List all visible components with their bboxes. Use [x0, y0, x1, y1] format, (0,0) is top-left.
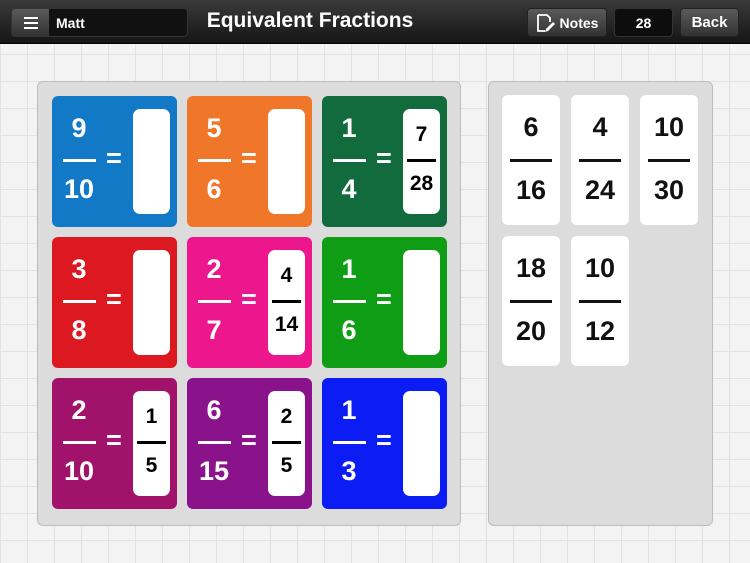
problem-denominator: 8 [71, 315, 87, 345]
problem-denominator: 15 [198, 456, 230, 486]
equals-sign: = [106, 425, 122, 455]
problem-denominator: 4 [341, 174, 357, 204]
problem-numerator: 1 [341, 254, 357, 284]
fraction-problem-card: 5 6 = [187, 96, 312, 227]
notes-label: Notes [559, 14, 599, 31]
tile-numerator: 10 [584, 253, 616, 283]
answer-denominator: 5 [145, 454, 158, 477]
problem-numerator: 3 [71, 254, 87, 284]
fraction-bar [198, 441, 231, 444]
fraction-problem-card: 9 10 = [52, 96, 177, 227]
problem-numerator: 2 [206, 254, 222, 284]
fraction-bar [198, 300, 231, 303]
fraction-bar [510, 159, 552, 162]
problem-denominator: 3 [341, 456, 357, 486]
answer-drop-slot[interactable] [403, 250, 440, 355]
fraction-bar [333, 300, 366, 303]
fraction-bar [272, 300, 301, 303]
problem-denominator: 6 [341, 315, 357, 345]
answer-drop-slot[interactable]: 1 5 [133, 391, 170, 496]
equals-sign: = [241, 143, 257, 173]
tile-denominator: 12 [584, 316, 616, 346]
equals-sign: = [376, 425, 392, 455]
answer-numerator: 7 [415, 123, 428, 146]
fraction-problem-card: 1 4 = 7 28 [322, 96, 447, 227]
problem-numerator: 2 [71, 395, 87, 425]
fraction-answer-tile[interactable]: 10 30 [640, 95, 698, 225]
top-bar: Matt Equivalent Fractions Notes 28 Back [0, 0, 750, 44]
answer-numerator: 2 [280, 405, 293, 428]
fraction-bar [333, 441, 366, 444]
problems-panel: 9 10 = 5 6 = 1 4 = 7 28 3 8 = 2 7 = 4 14… [37, 81, 461, 526]
fraction-bar [648, 159, 690, 162]
tile-numerator: 18 [515, 253, 547, 283]
problem-numerator: 1 [341, 113, 357, 143]
fraction-answer-tile[interactable]: 18 20 [502, 236, 560, 366]
fraction-bar [137, 441, 166, 444]
notes-edit-icon [536, 13, 555, 32]
problem-denominator: 6 [206, 174, 222, 204]
answer-numerator: 1 [145, 405, 158, 428]
answer-drop-slot[interactable] [268, 109, 305, 214]
fraction-bar [63, 159, 96, 162]
answer-drop-slot[interactable]: 4 14 [268, 250, 305, 355]
fraction-bar [272, 441, 301, 444]
equals-sign: = [241, 425, 257, 455]
equals-sign: = [376, 284, 392, 314]
answer-numerator: 4 [280, 264, 293, 287]
fraction-bar [63, 441, 96, 444]
tile-numerator: 10 [653, 112, 685, 142]
tile-numerator: 4 [592, 112, 608, 142]
equals-sign: = [106, 284, 122, 314]
fraction-problem-card: 1 3 = [322, 378, 447, 509]
tile-denominator: 16 [515, 175, 547, 205]
fraction-bar [198, 159, 231, 162]
tile-numerator: 6 [523, 112, 539, 142]
fraction-answer-tile[interactable]: 6 16 [502, 95, 560, 225]
answer-denominator: 14 [274, 313, 299, 336]
fraction-bar [407, 159, 436, 162]
back-button[interactable]: Back [680, 8, 739, 37]
fraction-problem-card: 2 10 = 1 5 [52, 378, 177, 509]
fraction-problem-card: 3 8 = [52, 237, 177, 368]
tile-denominator: 30 [653, 175, 685, 205]
fraction-bar [579, 300, 621, 303]
answer-drop-slot[interactable]: 7 28 [403, 109, 440, 214]
answer-tiles-panel: 6 16 4 24 10 30 18 20 10 12 [488, 81, 713, 526]
fraction-answer-tile[interactable]: 10 12 [571, 236, 629, 366]
answer-denominator: 5 [280, 454, 293, 477]
fraction-bar [510, 300, 552, 303]
notes-button[interactable]: Notes [527, 8, 607, 37]
fraction-bar [333, 159, 366, 162]
fraction-bar [579, 159, 621, 162]
fraction-problem-card: 6 15 = 2 5 [187, 378, 312, 509]
problem-numerator: 6 [206, 395, 222, 425]
answer-denominator: 28 [409, 172, 434, 195]
problem-denominator: 10 [63, 174, 95, 204]
answer-drop-slot[interactable] [133, 250, 170, 355]
problem-denominator: 7 [206, 315, 222, 345]
equals-sign: = [376, 143, 392, 173]
fraction-bar [63, 300, 96, 303]
problem-numerator: 9 [71, 113, 87, 143]
tile-denominator: 24 [584, 175, 616, 205]
fraction-problem-card: 1 6 = [322, 237, 447, 368]
problem-numerator: 5 [206, 113, 222, 143]
fraction-answer-tile[interactable]: 4 24 [571, 95, 629, 225]
equals-sign: = [106, 143, 122, 173]
score-display: 28 [614, 8, 673, 37]
problem-denominator: 10 [63, 456, 95, 486]
answer-drop-slot[interactable] [133, 109, 170, 214]
problem-numerator: 1 [341, 395, 357, 425]
equals-sign: = [241, 284, 257, 314]
answer-drop-slot[interactable] [403, 391, 440, 496]
tile-denominator: 20 [515, 316, 547, 346]
answer-drop-slot[interactable]: 2 5 [268, 391, 305, 496]
fraction-problem-card: 2 7 = 4 14 [187, 237, 312, 368]
